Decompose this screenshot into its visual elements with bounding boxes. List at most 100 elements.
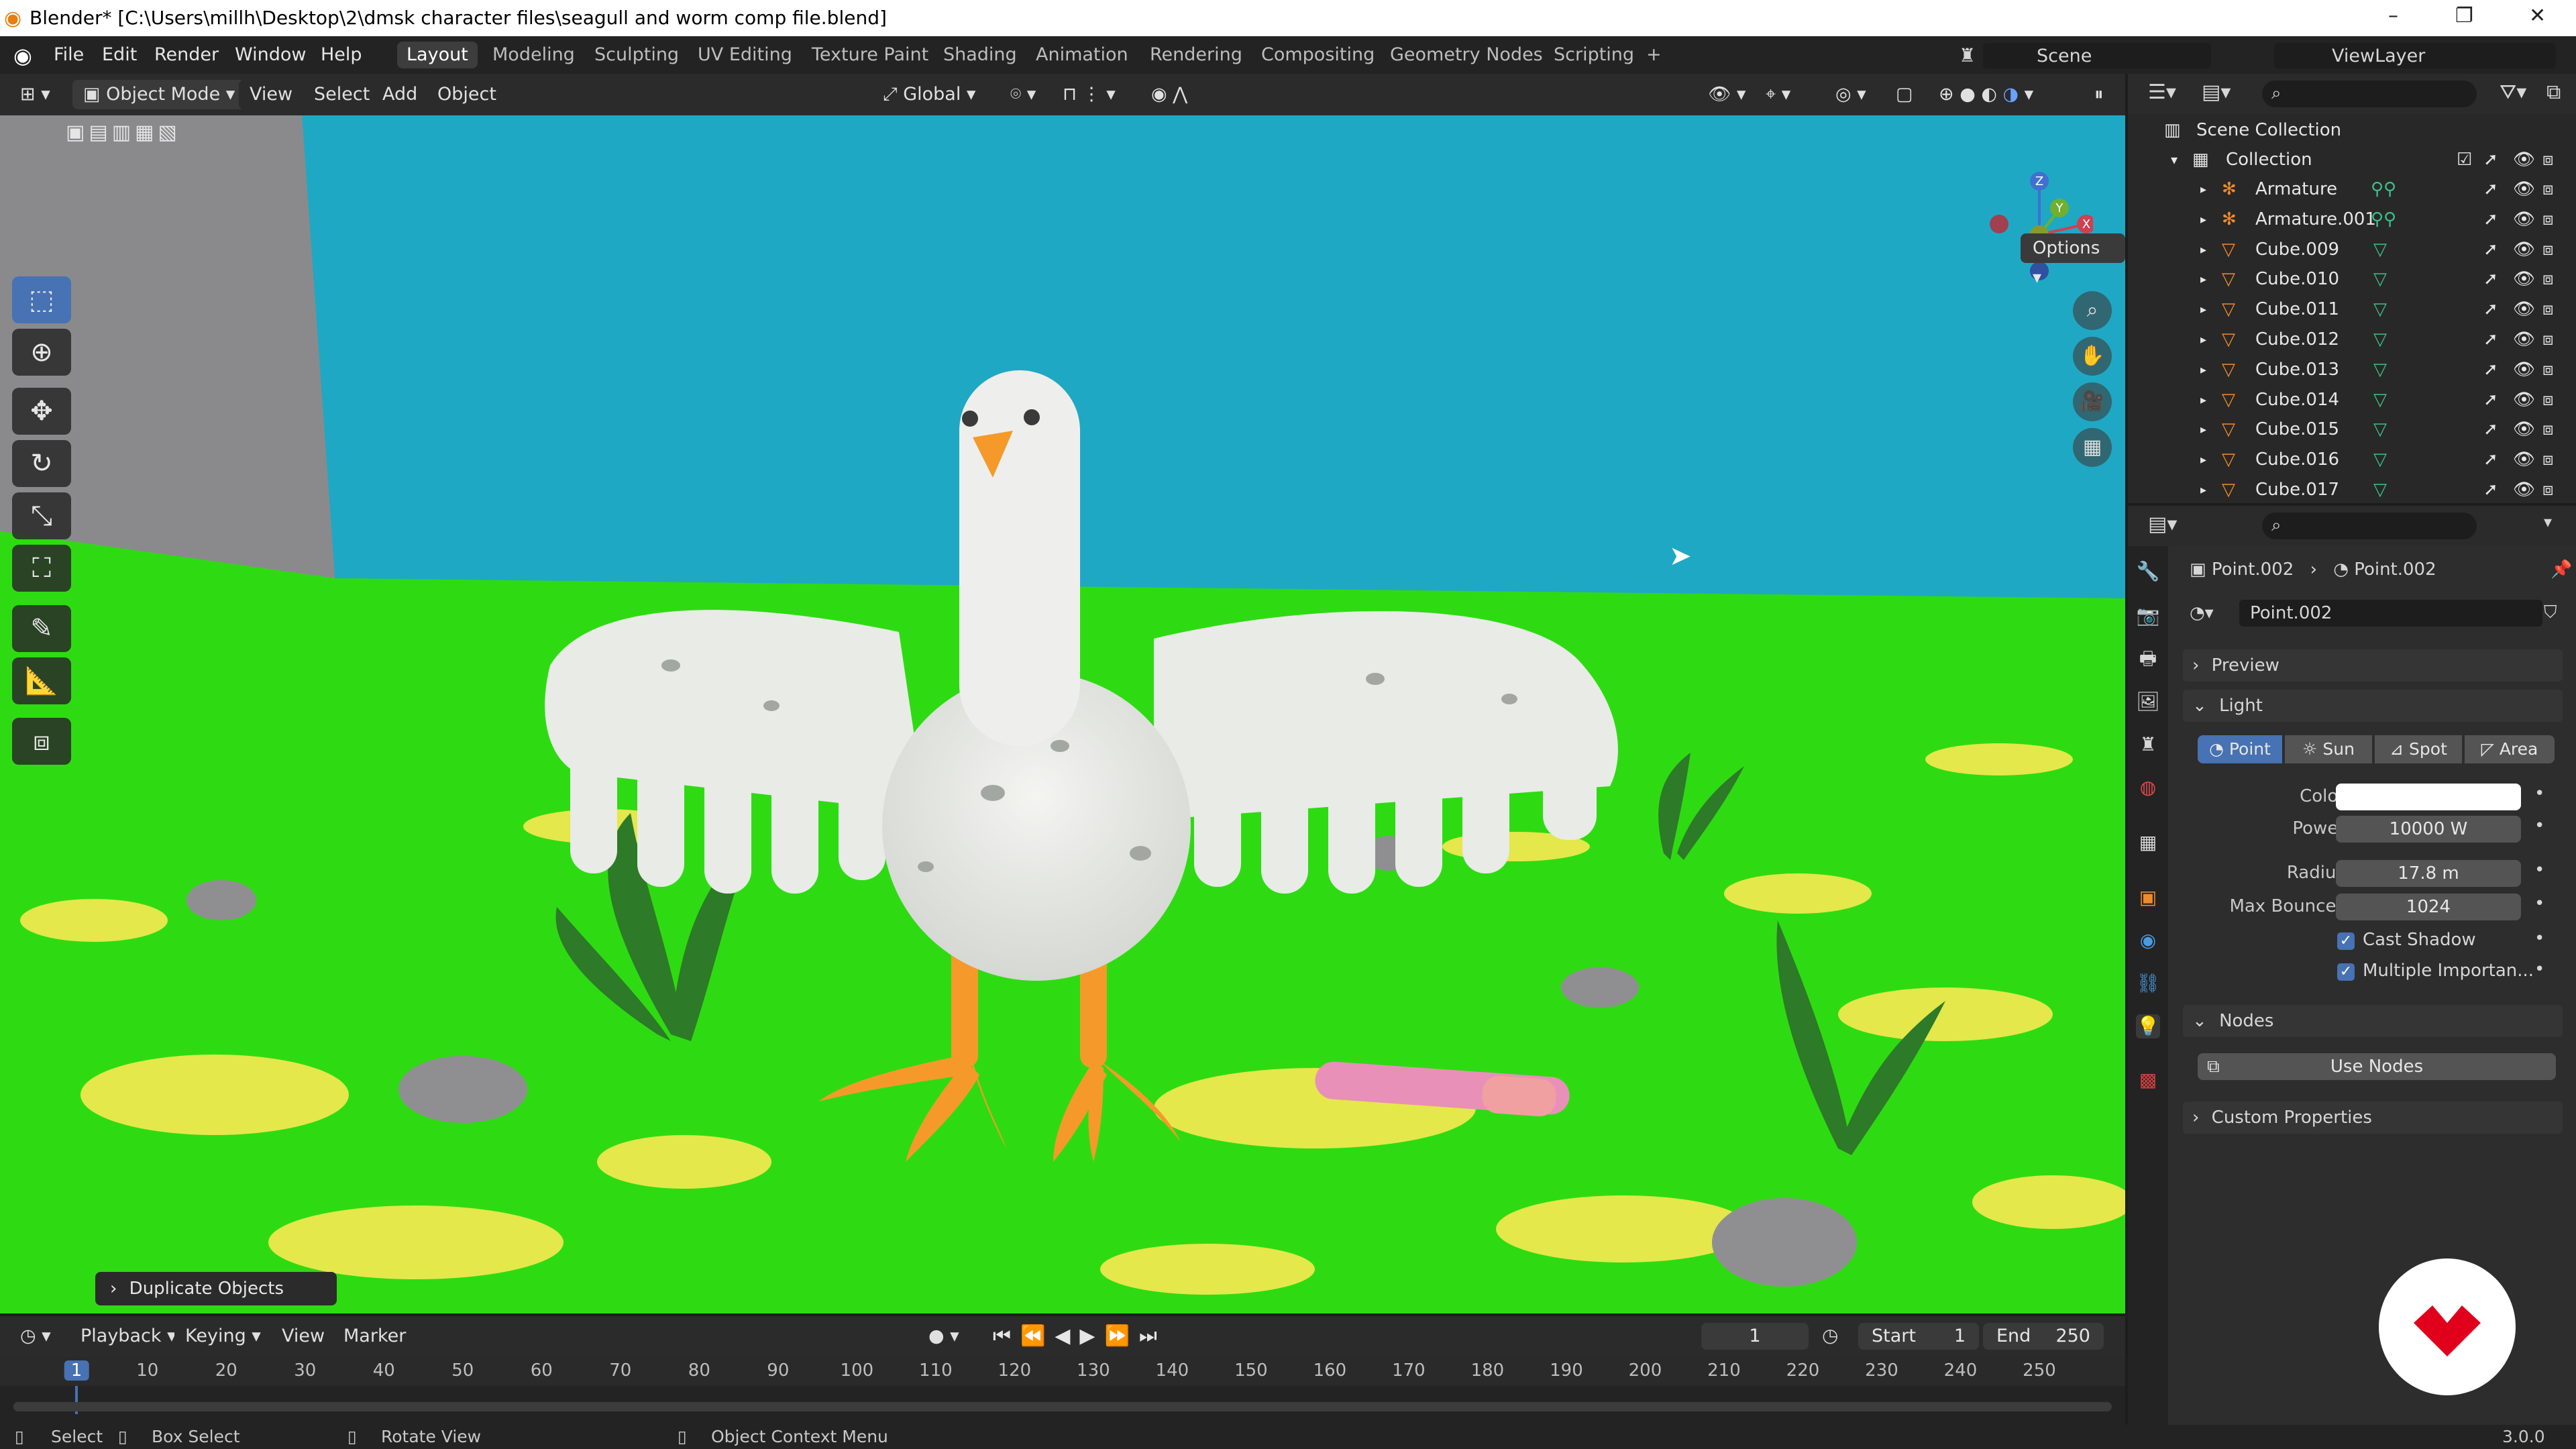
scale-tool-icon[interactable]: ⤡ <box>12 492 71 539</box>
end-frame-field[interactable]: End 250 <box>1983 1323 2104 1350</box>
timeline-view-menu[interactable]: View <box>271 1322 336 1351</box>
scene-tab-icon[interactable]: ♜ <box>2136 733 2160 757</box>
select-arrow-icon[interactable]: ➚ <box>2483 415 2498 445</box>
display-mode-icon[interactable]: ▤▾ <box>2202 80 2231 104</box>
collection-row[interactable]: ▾ ▦ Collection ☑ ➚ 👁 ⧈ <box>2128 145 2576 175</box>
use-nodes-button[interactable]: ⧉ Use Nodes <box>2198 1053 2556 1080</box>
object-menu[interactable]: Object <box>427 80 507 109</box>
mesh-data-icon[interactable]: ▽ <box>2373 445 2387 475</box>
light-panel-header[interactable]: ⌄ Light <box>2183 690 2563 722</box>
proportional-editing-icon[interactable]: ◉ ⋀ <box>1140 80 1199 109</box>
object-tab-icon[interactable]: ▣ <box>2136 885 2160 910</box>
eye-icon[interactable]: 👁 <box>2513 385 2535 415</box>
menu-edit[interactable]: Edit <box>102 44 137 65</box>
menu-window[interactable]: Window <box>235 44 306 65</box>
select-arrow-icon[interactable]: ➚ <box>2483 264 2498 294</box>
select-menu[interactable]: Select <box>303 80 381 109</box>
options-button[interactable]: Options ▾ <box>2021 233 2125 288</box>
camera-render-icon[interactable]: ⧈ <box>2542 145 2554 175</box>
scene-collection-row[interactable]: ▥ Scene Collection <box>2128 115 2576 146</box>
scene-selector[interactable]: ♜ Scene <box>1959 43 2211 68</box>
eye-icon[interactable]: 👁 <box>2513 355 2535 385</box>
transform-tool-icon[interactable]: ⛶ <box>12 545 71 592</box>
tab-geometry-nodes[interactable]: Geometry Nodes <box>1381 42 1552 68</box>
constraints-tab-icon[interactable]: ⛓ <box>2136 971 2160 996</box>
playback-controls[interactable]: ⏮⏪◀▶⏩⏭ <box>993 1324 1167 1348</box>
light-type-spot[interactable]: ⊿ Spot <box>2375 735 2462 763</box>
color-field[interactable] <box>2336 784 2521 810</box>
tab-uv-editing[interactable]: UV Editing <box>688 42 802 68</box>
fake-user-shield-icon[interactable]: ⛉ <box>2544 602 2557 623</box>
eye-icon[interactable]: 👁 <box>2513 264 2535 294</box>
chevron-right-icon[interactable]: ▸ <box>2200 355 2206 385</box>
filter-icon[interactable]: ⛛▾ <box>2500 80 2526 104</box>
cast-shadow-checkbox[interactable]: ✓ <box>2337 932 2355 950</box>
camera-render-icon[interactable]: ⧈ <box>2542 385 2554 415</box>
mesh-data-icon[interactable]: ▽ <box>2373 415 2387 445</box>
select-arrow-icon[interactable]: ➚ <box>2483 294 2498 325</box>
outliner-item[interactable]: ▸ ▽ Cube.013 ▽ ➚ 👁 ⧈ <box>2128 355 2576 385</box>
cursor-tool-icon[interactable]: ⊕ <box>12 329 71 376</box>
tab-sculpting[interactable]: Sculpting <box>585 42 688 68</box>
eye-icon[interactable]: 👁 <box>2513 235 2535 265</box>
select-arrow-icon[interactable]: ➚ <box>2483 355 2498 385</box>
visibility-icon[interactable]: 👁 ▾ <box>1697 80 1757 109</box>
tool-tab-icon[interactable]: 🔧 <box>2136 559 2160 584</box>
tab-modeling[interactable]: Modeling <box>483 42 584 68</box>
camera-render-icon[interactable]: ⧈ <box>2542 235 2554 265</box>
camera-render-icon[interactable]: ⧈ <box>2542 355 2554 385</box>
pin-icon[interactable]: 📌 <box>2551 559 2572 580</box>
keyframe-dot-icon[interactable]: • <box>2534 928 2544 949</box>
keyframe-dot-icon[interactable]: • <box>2534 894 2544 914</box>
editor-type-button[interactable]: ⊞ ▾ <box>9 80 61 109</box>
marker-menu[interactable]: Marker <box>333 1322 417 1351</box>
texture-tab-icon[interactable]: ▩ <box>2136 1068 2160 1092</box>
light-type-point[interactable]: ◔ Point <box>2198 735 2282 763</box>
select-arrow-icon[interactable]: ➚ <box>2483 325 2498 355</box>
maximize-button[interactable]: ❐ <box>2455 4 2473 28</box>
camera-render-icon[interactable]: ⧈ <box>2542 475 2554 505</box>
measure-tool-icon[interactable]: 📐 <box>12 657 71 704</box>
3d-viewport[interactable]: Z X Y ⌕ ✋ 🎥 ▦ Options ▾ ▣▤▥▦▧ ⬚ ⊕ ✥ ↻ ⤡ … <box>0 115 2125 1313</box>
mesh-data-icon[interactable]: ▽ <box>2373 475 2387 505</box>
light-type-area[interactable]: ◸ Area <box>2465 735 2555 763</box>
chevron-right-icon[interactable]: ▸ <box>2200 264 2206 294</box>
camera-icon[interactable]: 🎥 <box>2073 382 2112 421</box>
select-arrow-icon[interactable]: ➚ <box>2483 145 2498 175</box>
current-frame-field[interactable]: 1 <box>1701 1323 1809 1350</box>
tab-animation[interactable]: Animation <box>1026 42 1138 68</box>
tab-layout[interactable]: Layout <box>397 42 478 68</box>
clock-icon[interactable]: ◷ <box>1822 1324 1838 1346</box>
camera-render-icon[interactable]: ⧈ <box>2542 415 2554 445</box>
tab-compositing[interactable]: Compositing <box>1252 42 1384 68</box>
pause-render-icon[interactable]: ⏸ <box>2084 80 2114 109</box>
outliner-item[interactable]: ▸ ✻ Armature ⚲⚲ ➚ 👁 ⧈ <box>2128 174 2576 205</box>
light-data-tab-icon[interactable]: 💡 <box>2136 1014 2160 1038</box>
menu-help[interactable]: Help <box>321 44 362 65</box>
mode-dropdown[interactable]: ▣ Object Mode ▾ <box>72 80 246 109</box>
chevron-right-icon[interactable]: ▸ <box>2200 174 2206 205</box>
add-menu[interactable]: Add <box>372 80 429 109</box>
outliner-item[interactable]: ▸ ▽ Cube.009 ▽ ➚ 👁 ⧈ <box>2128 235 2576 265</box>
outliner-editor-icon[interactable]: ☰▾ <box>2148 80 2176 104</box>
record-keyframe-icon[interactable]: ● ▾ <box>918 1322 970 1351</box>
gizmo-icon[interactable]: ⌖ ▾ <box>1755 80 1802 109</box>
eye-icon[interactable]: 👁 <box>2513 325 2535 355</box>
datablock-name-field[interactable]: Point.002 <box>2239 600 2542 627</box>
mesh-data-icon[interactable]: ▽ <box>2373 355 2387 385</box>
outliner-item[interactable]: ▸ ▽ Cube.014 ▽ ➚ 👁 ⧈ <box>2128 385 2576 415</box>
camera-render-icon[interactable]: ⧈ <box>2542 264 2554 294</box>
eye-icon[interactable]: 👁 <box>2513 174 2535 205</box>
tab-rendering[interactable]: Rendering <box>1140 42 1252 68</box>
playback-menu[interactable]: Playback ▾ <box>70 1322 187 1351</box>
select-box-tool-icon[interactable]: ⬚ <box>12 276 71 323</box>
camera-render-icon[interactable]: ⧈ <box>2542 445 2554 475</box>
world-tab-icon[interactable]: ◍ <box>2136 775 2160 800</box>
chevron-right-icon[interactable]: ▸ <box>2200 415 2206 445</box>
collection-tab-icon[interactable]: ▦ <box>2136 830 2160 855</box>
shading-modes[interactable]: ⊕ ● ◐ ◑ ▾ <box>1928 80 2045 109</box>
chevron-right-icon[interactable]: ▸ <box>2200 235 2206 265</box>
keyframe-dot-icon[interactable]: • <box>2534 784 2544 804</box>
preview-panel-header[interactable]: › Preview <box>2183 649 2563 682</box>
minimize-button[interactable]: – <box>2388 4 2398 28</box>
